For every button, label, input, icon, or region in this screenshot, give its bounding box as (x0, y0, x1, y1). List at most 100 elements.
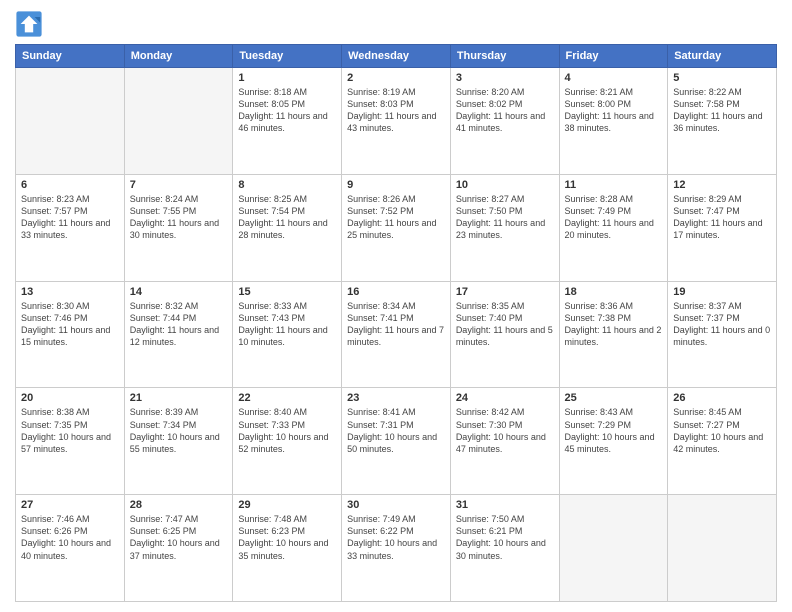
calendar-cell: 12Sunrise: 8:29 AM Sunset: 7:47 PM Dayli… (668, 174, 777, 281)
calendar-cell: 15 Sunrise: 8:33 AM Sunset: 7:43 PM Dayli… (233, 281, 342, 388)
calendar-week-row: 20 Sunrise: 8:38 AM Sunset: 7:35 PM Dayli… (16, 388, 777, 495)
day-number: 2 (347, 72, 445, 84)
calendar-cell (124, 68, 233, 175)
day-number: 16 (347, 286, 445, 298)
day-number: 11 (565, 179, 663, 191)
calendar-cell: 8Sunrise: 8:25 AM Sunset: 7:54 PM Daylig… (233, 174, 342, 281)
day-number: 26 (673, 392, 771, 404)
day-info: Sunrise: 8:37 AM Sunset: 7:37 PM Dayligh… (673, 300, 771, 349)
day-info: Sunrise: 8:30 AM Sunset: 7:46 PM Dayligh… (21, 300, 119, 349)
day-info: Sunrise: 8:40 AM Sunset: 7:33 PM Dayligh… (238, 406, 336, 455)
calendar-cell: 17 Sunrise: 8:35 AM Sunset: 7:40 PM Dayli… (450, 281, 559, 388)
calendar-cell: 1Sunrise: 8:18 AM Sunset: 8:05 PM Daylig… (233, 68, 342, 175)
day-number: 28 (130, 499, 228, 511)
calendar-week-row: 27 Sunrise: 7:46 AM Sunset: 6:26 PM Dayli… (16, 495, 777, 602)
day-info: Sunrise: 7:47 AM Sunset: 6:25 PM Dayligh… (130, 513, 228, 562)
calendar-cell: 3 Sunrise: 8:20 AM Sunset: 8:02 PM Daylig… (450, 68, 559, 175)
calendar-cell: 21Sunrise: 8:39 AM Sunset: 7:34 PM Dayli… (124, 388, 233, 495)
day-number: 7 (130, 179, 228, 191)
day-number: 23 (347, 392, 445, 404)
day-number: 20 (21, 392, 119, 404)
calendar-cell: 24Sunrise: 8:42 AM Sunset: 7:30 PM Dayli… (450, 388, 559, 495)
calendar-cell: 22 Sunrise: 8:40 AM Sunset: 7:33 PM Dayli… (233, 388, 342, 495)
day-info: Sunrise: 8:32 AM Sunset: 7:44 PM Dayligh… (130, 300, 228, 349)
day-number: 5 (673, 72, 771, 84)
calendar-cell: 31 Sunrise: 7:50 AM Sunset: 6:21 PM Dayli… (450, 495, 559, 602)
day-number: 15 (238, 286, 336, 298)
calendar-cell (559, 495, 668, 602)
day-number: 4 (565, 72, 663, 84)
day-info: Sunrise: 7:46 AM Sunset: 6:26 PM Dayligh… (21, 513, 119, 562)
calendar-cell: 30 Sunrise: 7:49 AM Sunset: 6:22 PM Dayli… (342, 495, 451, 602)
day-info: Sunrise: 8:23 AM Sunset: 7:57 PM Dayligh… (21, 193, 119, 242)
calendar-week-row: 13 Sunrise: 8:30 AM Sunset: 7:46 PM Dayli… (16, 281, 777, 388)
calendar-cell: 13 Sunrise: 8:30 AM Sunset: 7:46 PM Dayli… (16, 281, 125, 388)
header-day-tuesday: Tuesday (233, 45, 342, 68)
day-number: 18 (565, 286, 663, 298)
day-info: Sunrise: 7:50 AM Sunset: 6:21 PM Dayligh… (456, 513, 554, 562)
calendar-cell: 28 Sunrise: 7:47 AM Sunset: 6:25 PM Dayli… (124, 495, 233, 602)
calendar-cell: 6Sunrise: 8:23 AM Sunset: 7:57 PM Daylig… (16, 174, 125, 281)
header (15, 10, 777, 38)
day-info: Sunrise: 8:39 AM Sunset: 7:34 PM Dayligh… (130, 406, 228, 455)
logo-icon (15, 10, 43, 38)
day-number: 19 (673, 286, 771, 298)
calendar-header-row: SundayMondayTuesdayWednesdayThursdayFrid… (16, 45, 777, 68)
day-info: Sunrise: 8:41 AM Sunset: 7:31 PM Dayligh… (347, 406, 445, 455)
day-number: 17 (456, 286, 554, 298)
calendar-week-row: 1Sunrise: 8:18 AM Sunset: 8:05 PM Daylig… (16, 68, 777, 175)
calendar-cell: 20 Sunrise: 8:38 AM Sunset: 7:35 PM Dayli… (16, 388, 125, 495)
calendar-cell: 29Sunrise: 7:48 AM Sunset: 6:23 PM Dayli… (233, 495, 342, 602)
header-day-monday: Monday (124, 45, 233, 68)
header-day-saturday: Saturday (668, 45, 777, 68)
day-number: 14 (130, 286, 228, 298)
day-number: 27 (21, 499, 119, 511)
calendar-cell: 25Sunrise: 8:43 AM Sunset: 7:29 PM Dayli… (559, 388, 668, 495)
calendar-week-row: 6Sunrise: 8:23 AM Sunset: 7:57 PM Daylig… (16, 174, 777, 281)
day-info: Sunrise: 8:26 AM Sunset: 7:52 PM Dayligh… (347, 193, 445, 242)
calendar-cell: 14 Sunrise: 8:32 AM Sunset: 7:44 PM Dayli… (124, 281, 233, 388)
calendar-cell: 5 Sunrise: 8:22 AM Sunset: 7:58 PM Daylig… (668, 68, 777, 175)
day-info: Sunrise: 8:45 AM Sunset: 7:27 PM Dayligh… (673, 406, 771, 455)
day-info: Sunrise: 8:36 AM Sunset: 7:38 PM Dayligh… (565, 300, 663, 349)
calendar-cell: 2 Sunrise: 8:19 AM Sunset: 8:03 PM Daylig… (342, 68, 451, 175)
day-info: Sunrise: 8:43 AM Sunset: 7:29 PM Dayligh… (565, 406, 663, 455)
day-info: Sunrise: 8:22 AM Sunset: 7:58 PM Dayligh… (673, 86, 771, 135)
header-day-friday: Friday (559, 45, 668, 68)
calendar-cell: 7 Sunrise: 8:24 AM Sunset: 7:55 PM Daylig… (124, 174, 233, 281)
calendar-cell: 23 Sunrise: 8:41 AM Sunset: 7:31 PM Dayli… (342, 388, 451, 495)
calendar-cell (668, 495, 777, 602)
day-number: 3 (456, 72, 554, 84)
day-info: Sunrise: 8:25 AM Sunset: 7:54 PM Dayligh… (238, 193, 336, 242)
day-info: Sunrise: 8:38 AM Sunset: 7:35 PM Dayligh… (21, 406, 119, 455)
day-info: Sunrise: 7:49 AM Sunset: 6:22 PM Dayligh… (347, 513, 445, 562)
day-number: 30 (347, 499, 445, 511)
day-number: 10 (456, 179, 554, 191)
day-info: Sunrise: 8:42 AM Sunset: 7:30 PM Dayligh… (456, 406, 554, 455)
day-number: 31 (456, 499, 554, 511)
calendar-cell (16, 68, 125, 175)
day-info: Sunrise: 8:27 AM Sunset: 7:50 PM Dayligh… (456, 193, 554, 242)
day-info: Sunrise: 8:33 AM Sunset: 7:43 PM Dayligh… (238, 300, 336, 349)
day-info: Sunrise: 8:29 AM Sunset: 7:47 PM Dayligh… (673, 193, 771, 242)
day-number: 1 (238, 72, 336, 84)
day-info: Sunrise: 7:48 AM Sunset: 6:23 PM Dayligh… (238, 513, 336, 562)
day-info: Sunrise: 8:28 AM Sunset: 7:49 PM Dayligh… (565, 193, 663, 242)
calendar-cell: 11 Sunrise: 8:28 AM Sunset: 7:49 PM Dayli… (559, 174, 668, 281)
header-day-sunday: Sunday (16, 45, 125, 68)
day-info: Sunrise: 8:19 AM Sunset: 8:03 PM Dayligh… (347, 86, 445, 135)
calendar-cell: 18 Sunrise: 8:36 AM Sunset: 7:38 PM Dayli… (559, 281, 668, 388)
calendar-cell: 27 Sunrise: 7:46 AM Sunset: 6:26 PM Dayli… (16, 495, 125, 602)
day-info: Sunrise: 8:24 AM Sunset: 7:55 PM Dayligh… (130, 193, 228, 242)
day-number: 9 (347, 179, 445, 191)
calendar-cell: 4 Sunrise: 8:21 AM Sunset: 8:00 PM Daylig… (559, 68, 668, 175)
day-info: Sunrise: 8:21 AM Sunset: 8:00 PM Dayligh… (565, 86, 663, 135)
day-info: Sunrise: 8:20 AM Sunset: 8:02 PM Dayligh… (456, 86, 554, 135)
day-number: 22 (238, 392, 336, 404)
calendar-cell: 10 Sunrise: 8:27 AM Sunset: 7:50 PM Dayli… (450, 174, 559, 281)
day-number: 13 (21, 286, 119, 298)
header-day-thursday: Thursday (450, 45, 559, 68)
day-info: Sunrise: 8:35 AM Sunset: 7:40 PM Dayligh… (456, 300, 554, 349)
header-day-wednesday: Wednesday (342, 45, 451, 68)
calendar-cell: 26 Sunrise: 8:45 AM Sunset: 7:27 PM Dayli… (668, 388, 777, 495)
